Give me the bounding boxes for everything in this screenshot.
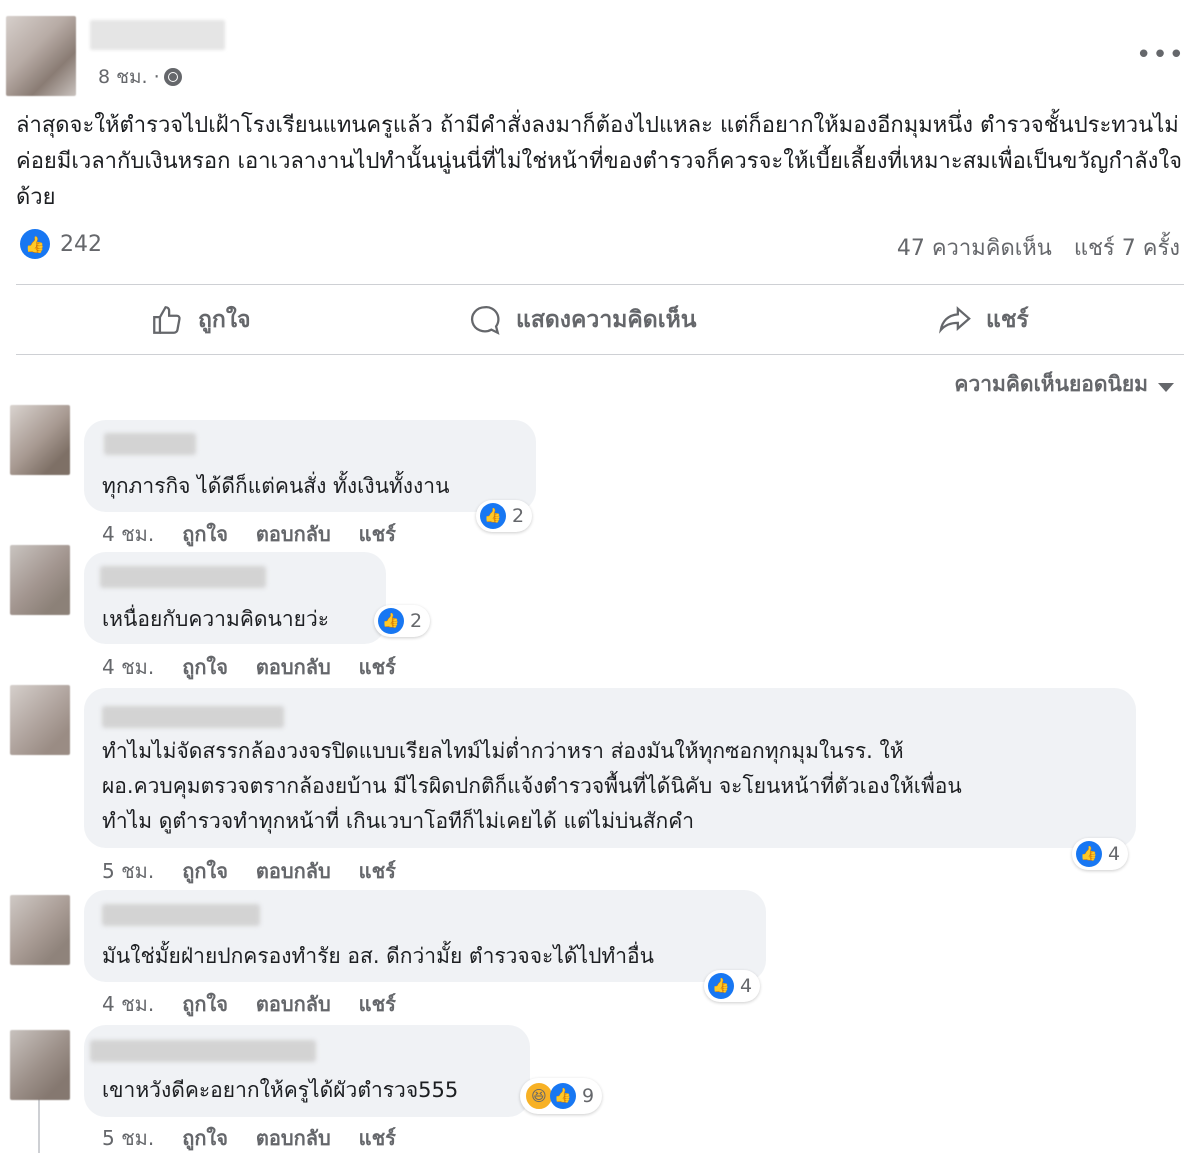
like-reaction-icon: 👍 — [480, 503, 506, 529]
comment-reaction-badge[interactable]: 👍 2 — [374, 605, 431, 637]
comment-text-line: ทำไมไม่จัดสรรกล้องวงจรปิดแบบเรียลไทม์ไม่… — [102, 739, 904, 763]
post-stats: 47 ความคิดเห็น แชร์ 7 ครั้ง — [897, 230, 1180, 265]
comment-time[interactable]: 4 ชม. — [102, 988, 154, 1020]
commenter-avatar[interactable] — [10, 405, 70, 475]
comment-text: เหนื่อยกับความคิดนายว่ะ — [102, 607, 330, 631]
comment-like-link[interactable]: ถูกใจ — [182, 855, 228, 887]
commenter-avatar[interactable] — [10, 895, 70, 965]
globe-icon — [163, 68, 182, 86]
comment-text-line: ผอ.ควบคุมตรวจตรากล้องยบ้าน มีไรผิดปกติก็… — [102, 774, 962, 798]
comment-reply-link[interactable]: ตอบกลับ — [256, 988, 331, 1020]
like-reaction-icon: 👍 — [550, 1083, 576, 1109]
post-reactions[interactable]: 👍 242 — [20, 229, 102, 259]
share-arrow-icon — [938, 303, 972, 337]
thumbs-up-icon — [150, 303, 184, 337]
like-reaction-icon: 👍 — [708, 973, 734, 999]
like-button[interactable]: ถูกใจ — [150, 300, 251, 340]
comment-reaction-badge[interactable]: 👍 2 — [476, 500, 533, 532]
reaction-count: 242 — [60, 231, 102, 257]
comment-like-link[interactable]: ถูกใจ — [182, 518, 228, 550]
post-author-avatar[interactable] — [6, 16, 76, 96]
comment-actions: 4 ชม. ถูกใจ ตอบกลับ แชร์ — [102, 518, 396, 550]
commenter-name-redacted[interactable] — [104, 433, 196, 455]
comment-reaction-count: 2 — [512, 505, 525, 527]
comment-reply-link[interactable]: ตอบกลับ — [256, 518, 331, 550]
comment-sort-dropdown[interactable]: ความคิดเห็นยอดนิยม — [954, 368, 1174, 401]
comment-button[interactable]: แสดงความคิดเห็น — [468, 300, 696, 340]
comment-reaction-badge[interactable]: 👍 4 — [1072, 838, 1129, 870]
comment-reaction-badge[interactable]: 👍 4 — [704, 970, 761, 1002]
comment-reply-link[interactable]: ตอบกลับ — [256, 855, 331, 887]
comment-time[interactable]: 5 ชม. — [102, 1122, 154, 1154]
comment-actions: 5 ชม. ถูกใจ ตอบกลับ แชร์ — [102, 1122, 396, 1154]
comment-share-link[interactable]: แชร์ — [359, 1122, 396, 1154]
comment-share-link[interactable]: แชร์ — [359, 855, 396, 887]
comment-reply-link[interactable]: ตอบกลับ — [256, 1122, 331, 1154]
comment-text: ทำไมไม่จัดสรรกล้องวงจรปิดแบบเรียลไทม์ไม่… — [102, 734, 962, 839]
comment-actions: 5 ชม. ถูกใจ ตอบกลับ แชร์ — [102, 855, 396, 887]
comment-reaction-count: 2 — [410, 610, 423, 632]
share-button[interactable]: แชร์ — [938, 300, 1029, 340]
commenter-name-redacted[interactable] — [100, 566, 266, 588]
post-meta: 8 ชม. · — [98, 62, 182, 92]
comment-like-link[interactable]: ถูกใจ — [182, 1122, 228, 1154]
share-count[interactable]: แชร์ 7 ครั้ง — [1074, 230, 1180, 265]
post-time[interactable]: 8 ชม. · — [98, 62, 160, 92]
comment-reply-link[interactable]: ตอบกลับ — [256, 651, 331, 683]
comment-text: เขาหวังดีคะอยากให้ครูได้ผัวตำรวจ555 — [102, 1078, 459, 1102]
share-button-label: แชร์ — [986, 307, 1029, 333]
commenter-name-redacted[interactable] — [102, 706, 284, 728]
commenter-name-redacted[interactable] — [102, 904, 260, 926]
comment-reaction-count: 9 — [582, 1085, 595, 1107]
comment-text: มันใช่มั้ยฝ่ายปกครองทำรัย อส. ดีกว่ามั้ย… — [102, 944, 655, 968]
divider — [16, 284, 1184, 285]
comment-share-link[interactable]: แชร์ — [359, 518, 396, 550]
comment-share-link[interactable]: แชร์ — [359, 651, 396, 683]
comment-like-link[interactable]: ถูกใจ — [182, 988, 228, 1020]
post-text: ล่าสุดจะให้ตำรวจไปเฝ้าโรงเรียนแทนครูแล้ว… — [16, 113, 1183, 210]
like-button-label: ถูกใจ — [198, 307, 251, 333]
comment-text: ทุกภารกิจ ได้ดีก็แต่คนสั่ง ทั้งเงินทั้งง… — [102, 474, 450, 498]
like-reaction-icon: 👍 — [20, 229, 50, 259]
commenter-avatar[interactable] — [10, 685, 70, 755]
comment-bubble-icon — [468, 303, 502, 337]
like-reaction-icon: 👍 — [378, 608, 404, 634]
comment-count[interactable]: 47 ความคิดเห็น — [897, 230, 1052, 265]
divider — [16, 354, 1184, 355]
commenter-name-redacted[interactable] — [90, 1040, 316, 1062]
comment-reaction-count: 4 — [1108, 843, 1121, 865]
post-author-name-redacted[interactable] — [90, 20, 225, 50]
like-reaction-icon: 👍 — [1076, 841, 1102, 867]
comment-time[interactable]: 4 ชม. — [102, 651, 154, 683]
comment-button-label: แสดงความคิดเห็น — [516, 307, 697, 333]
comment-text-line: ทำไม ดูตำรวจทำทุกหน้าที่ เกินเวบาโอทีก็ไ… — [102, 809, 695, 833]
comment-actions: 4 ชม. ถูกใจ ตอบกลับ แชร์ — [102, 988, 396, 1020]
comment-like-link[interactable]: ถูกใจ — [182, 651, 228, 683]
comment-reaction-badge[interactable]: 😆 👍 9 — [520, 1078, 603, 1114]
comment-time[interactable]: 4 ชม. — [102, 518, 154, 550]
sort-label: ความคิดเห็นยอดนิยม — [954, 372, 1148, 396]
commenter-avatar[interactable] — [10, 1030, 70, 1100]
chevron-down-icon — [1158, 383, 1174, 392]
comment-reaction-count: 4 — [740, 975, 753, 997]
comment-actions: 4 ชม. ถูกใจ ตอบกลับ แชร์ — [102, 651, 396, 683]
comment-time[interactable]: 5 ชม. — [102, 855, 154, 887]
commenter-avatar[interactable] — [10, 545, 70, 615]
more-options-icon[interactable]: ••• — [1136, 40, 1185, 70]
comment-share-link[interactable]: แชร์ — [359, 988, 396, 1020]
